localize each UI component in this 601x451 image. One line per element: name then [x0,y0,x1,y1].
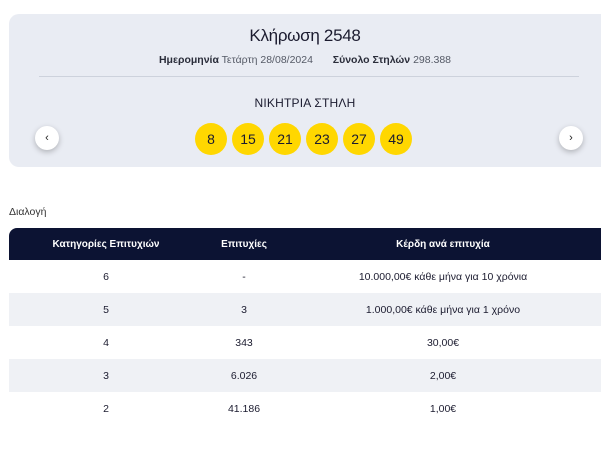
draw-title: Κλήρωση 2548 [249,26,361,45]
table-row: 5 3 1.000,00€ κάθε μήνα για 1 χρόνο [9,293,601,326]
cell-category: 4 [9,326,203,359]
cell-prize: 1.000,00€ κάθε μήνα για 1 χρόνο [285,293,601,326]
total-label: Σύνολο Στηλών [332,54,411,66]
cell-category: 2 [9,392,203,424]
divider [39,76,579,77]
cell-winners: 6.026 [203,359,285,392]
next-draw-button[interactable]: › [559,126,583,150]
previous-draw-button[interactable]: ‹ [35,126,59,150]
cell-winners: 3 [203,293,285,326]
total-value: 298.388 [413,54,452,66]
number-ball: 21 [269,123,301,155]
winning-numbers: 8 15 21 23 27 49 [195,123,412,155]
cell-prize: 2,00€ [285,359,601,392]
table-row: 3 6.026 2,00€ [9,359,601,392]
number-ball: 49 [380,123,412,155]
date-label: Ημερομηνία [158,54,219,66]
results-table: Κατηγορίες Επιτυχιών Επιτυχίες Κέρδη ανά… [9,228,601,424]
header-winners: Επιτυχίες [203,228,285,260]
draw-meta: Ημερομηνία Τετάρτη 28/08/2024 Σύνολο Στη… [9,54,601,66]
number-ball: 8 [195,123,227,155]
number-ball: 15 [232,123,264,155]
chevron-left-icon: ‹ [45,132,49,144]
cell-prize: 30,00€ [285,326,601,359]
section-label: Διαλογή [9,206,47,218]
header-prize: Κέρδη ανά επιτυχία [285,228,601,260]
cell-category: 5 [9,293,203,326]
cell-winners: 343 [203,326,285,359]
cell-prize: 10.000,00€ κάθε μήνα για 10 χρόνια [285,260,601,293]
cell-winners: 41.186 [203,392,285,424]
cell-winners: - [203,260,285,293]
table-header-row: Κατηγορίες Επιτυχιών Επιτυχίες Κέρδη ανά… [9,228,601,260]
cell-category: 6 [9,260,203,293]
table-row: 6 - 10.000,00€ κάθε μήνα για 10 χρόνια [9,260,601,293]
table-row: 2 41.186 1,00€ [9,392,601,424]
cell-category: 3 [9,359,203,392]
number-ball: 23 [306,123,338,155]
chevron-right-icon: › [569,132,573,144]
table-row: 4 343 30,00€ [9,326,601,359]
winning-column-label: ΝΙΚΗΤΡΙΑ ΣΤΗΛΗ [254,96,356,110]
header-categories: Κατηγορίες Επιτυχιών [9,228,203,260]
draw-panel: Κλήρωση 2548 Ημερομηνία Τετάρτη 28/08/20… [9,14,601,167]
number-ball: 27 [343,123,375,155]
date-value: Τετάρτη 28/08/2024 [221,54,313,66]
cell-prize: 1,00€ [285,392,601,424]
